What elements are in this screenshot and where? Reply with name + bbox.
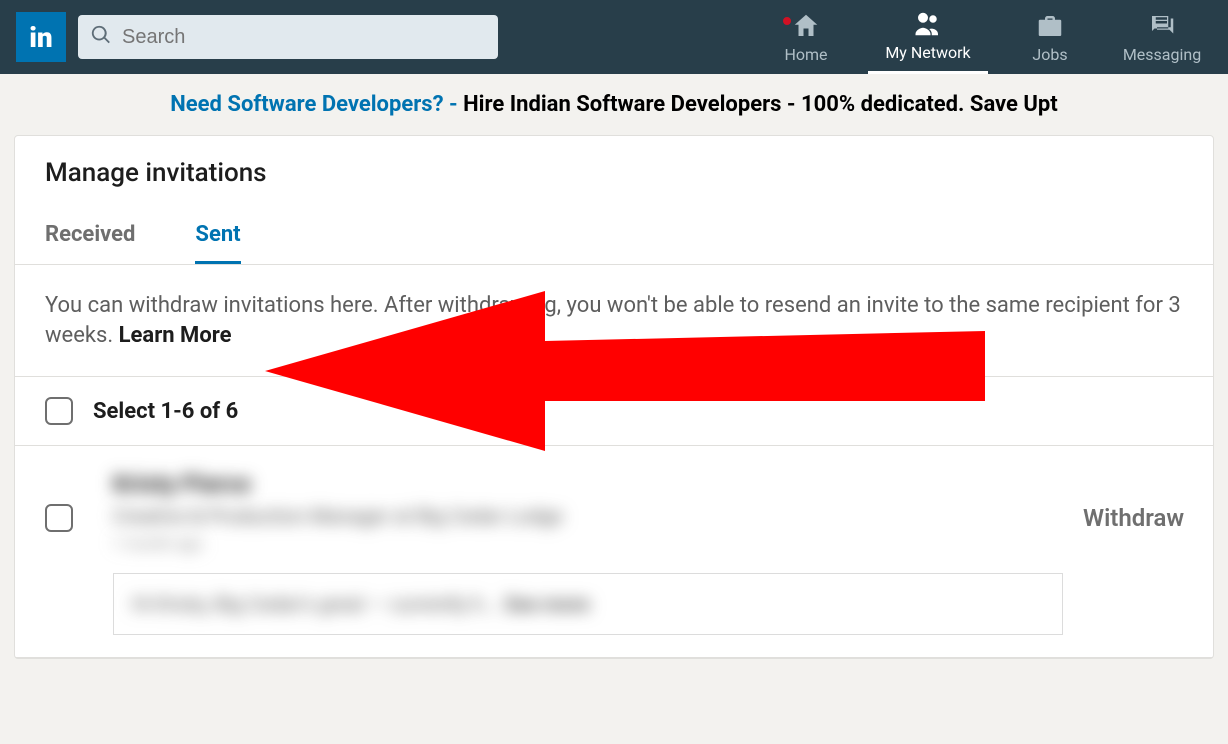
nav-my-network[interactable]: My Network	[868, 0, 988, 74]
nav-jobs[interactable]: Jobs	[1000, 0, 1100, 74]
invitee-title: Creative & Production Manager at Big Ced…	[113, 504, 1063, 528]
linkedin-logo[interactable]: in	[16, 12, 66, 62]
tab-received[interactable]: Received	[45, 222, 135, 264]
nav-home[interactable]: Home	[756, 0, 856, 74]
withdraw-info: You can withdraw invitations here. After…	[15, 265, 1213, 377]
nav-label: Home	[784, 45, 827, 64]
search-input[interactable]	[122, 26, 486, 49]
tab-sent[interactable]: Sent	[195, 222, 240, 264]
search-icon	[90, 24, 112, 50]
select-count-label: Select 1-6 of 6	[93, 399, 238, 424]
invitee-name[interactable]: Kristy Pierce	[113, 470, 1063, 498]
briefcase-icon	[1035, 11, 1065, 45]
select-all-row: Select 1-6 of 6	[15, 377, 1213, 446]
invitation-tabs: Received Sent	[15, 222, 1213, 265]
ad-link-text: Need Software Developers? -	[170, 92, 463, 117]
invite-checkbox[interactable]	[45, 504, 73, 532]
select-all-checkbox[interactable]	[45, 397, 73, 425]
learn-more-link[interactable]: Learn More	[119, 323, 232, 348]
nav-label: Jobs	[1032, 45, 1067, 64]
people-icon	[912, 9, 944, 43]
page-title: Manage invitations	[45, 158, 1183, 188]
ad-banner[interactable]: Need Software Developers? - Hire Indian …	[0, 74, 1228, 135]
messaging-icon	[1147, 11, 1177, 45]
home-icon	[791, 11, 821, 45]
notification-badge	[781, 15, 793, 27]
search-box[interactable]	[78, 15, 498, 59]
see-more-link[interactable]: See more	[504, 592, 589, 616]
invite-timestamp: 1 month ago	[113, 534, 1063, 553]
invite-message-box: Hi Kristy, Big Cedar's great — currently…	[113, 573, 1063, 635]
ad-rest-text: Hire Indian Software Developers - 100% d…	[463, 92, 1058, 117]
message-preview: Hi Kristy, Big Cedar's great — currently…	[132, 592, 499, 616]
withdraw-button[interactable]: Withdraw	[1083, 470, 1192, 532]
top-nav: in Home My Network Jobs Messaging	[0, 0, 1228, 74]
nav-label: My Network	[885, 43, 970, 62]
invitation-row: Kristy Pierce Creative & Production Mana…	[15, 446, 1213, 658]
nav-messaging[interactable]: Messaging	[1112, 0, 1212, 74]
manage-invitations-panel: Manage invitations Received Sent You can…	[14, 135, 1214, 659]
nav-label: Messaging	[1123, 45, 1201, 64]
